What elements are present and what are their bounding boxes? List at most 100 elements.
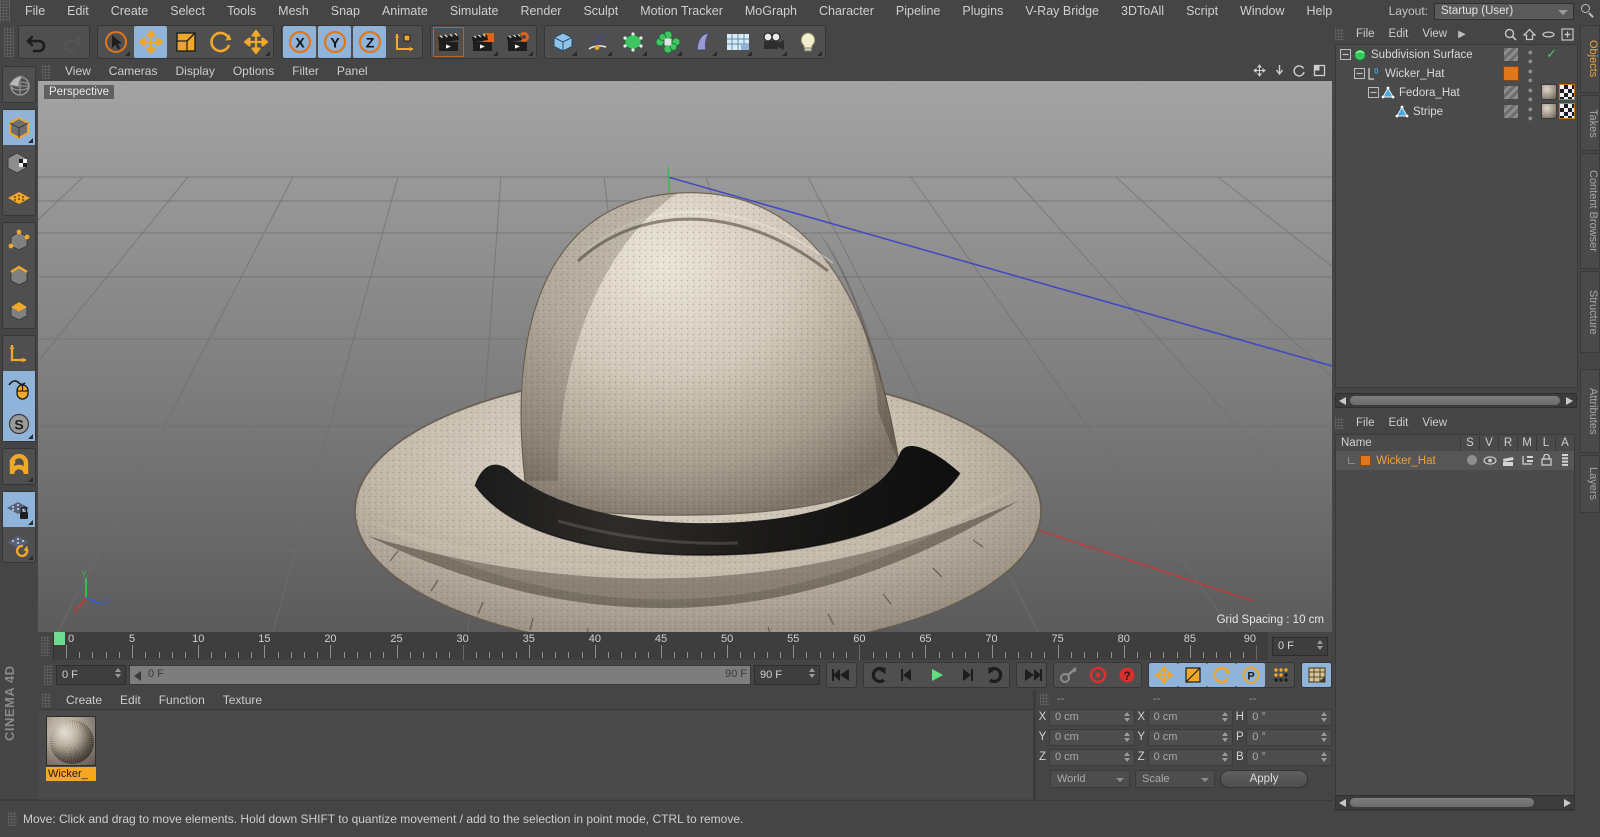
add-camera-button[interactable]	[756, 26, 789, 58]
coord-rotation-b-spinner[interactable]	[1321, 751, 1328, 766]
layer-visible-icon[interactable]	[1483, 455, 1497, 466]
coord-position-z-field[interactable]: 0 cm	[1048, 748, 1135, 766]
move-tool[interactable]	[134, 26, 167, 58]
search-icon[interactable]	[1580, 3, 1596, 19]
object-row-stripe[interactable]: Stripe ● ●	[1336, 102, 1577, 123]
live-selection-tool[interactable]	[99, 26, 132, 58]
timeline-ruler[interactable]: 0 5 10 15 20 25 30 35 40 45 50 55 60 65 70 75 80 85 90	[53, 632, 1268, 660]
coord-position-x-spinner[interactable]	[1123, 711, 1131, 726]
expand-icon[interactable]	[1561, 27, 1574, 41]
overflow-arrow-icon[interactable]: ▶	[1454, 29, 1470, 40]
object-tag-slot[interactable]	[1503, 66, 1519, 81]
texture-tag-icon[interactable]	[1559, 84, 1575, 100]
coord-rotation-b-field[interactable]: 0 °	[1246, 748, 1333, 766]
viewport-menu-filter[interactable]: Filter	[283, 62, 328, 81]
object-tag-slot[interactable]	[1503, 85, 1519, 100]
scroll-left-arrow-icon[interactable]	[1339, 799, 1346, 807]
object-tag-slot[interactable]	[1503, 47, 1519, 62]
menu-item-mesh[interactable]: Mesh	[267, 0, 320, 22]
scroll-right-arrow-icon[interactable]	[1566, 397, 1573, 405]
menu-item-snap[interactable]: Snap	[320, 0, 371, 22]
perspective-viewport[interactable]: Perspective Grid Spacing : 10 cm Y Z X	[38, 81, 1332, 632]
timeline-toggle-button[interactable]	[1302, 663, 1331, 687]
scroll-thumb[interactable]	[1350, 396, 1560, 405]
layer-manager-grip[interactable]	[1335, 417, 1344, 429]
coord-rotation-h-field[interactable]: 0 °	[1246, 708, 1333, 726]
object-manager-grip[interactable]	[1335, 28, 1344, 40]
object-tag-slot[interactable]	[1503, 104, 1519, 119]
texture-tag-icon[interactable]	[1559, 103, 1575, 119]
add-spline-button[interactable]	[581, 26, 614, 58]
workplane-rotate-button[interactable]	[3, 527, 35, 562]
workplane-lock-button[interactable]	[3, 492, 35, 527]
layer-manager-icon[interactable]	[1521, 455, 1534, 466]
material-preview-swatch[interactable]	[46, 716, 96, 766]
coord-position-z-spinner[interactable]	[1123, 751, 1131, 766]
frame-spinner[interactable]	[1317, 639, 1324, 654]
object-manager-hscrollbar[interactable]	[1335, 393, 1577, 408]
viewport-menu-grip[interactable]	[42, 64, 51, 79]
rotate-view-icon[interactable]	[1293, 64, 1306, 77]
polygons-mode-button[interactable]	[3, 293, 35, 328]
rotate-tool[interactable]	[204, 26, 237, 58]
texture-mode-button[interactable]	[3, 145, 35, 180]
autokeying-button[interactable]	[1083, 663, 1112, 687]
add-generator-button[interactable]	[616, 26, 649, 58]
object-axis-button[interactable]	[3, 336, 35, 371]
menu-item-vray-bridge[interactable]: V-Ray Bridge	[1014, 0, 1110, 22]
coord-size-y-field[interactable]: 0 cm	[1147, 728, 1234, 746]
play-button[interactable]	[922, 663, 951, 687]
menu-item-animate[interactable]: Animate	[371, 0, 439, 22]
workplane-mode-button[interactable]	[3, 180, 35, 215]
menu-item-help[interactable]: Help	[1296, 0, 1344, 22]
coordinate-mode-select[interactable]: Scale	[1135, 770, 1215, 788]
coord-size-x-field[interactable]: 0 cm	[1147, 708, 1234, 726]
search-icon[interactable]	[1504, 28, 1517, 41]
layer-lock-icon[interactable]	[1540, 454, 1553, 466]
layer-render-icon[interactable]	[1502, 455, 1516, 466]
go-to-previous-key-button[interactable]	[864, 663, 893, 687]
viewport-solo-button[interactable]	[3, 371, 35, 406]
expand-collapse-icon[interactable]	[1368, 87, 1379, 98]
points-mode-button[interactable]	[3, 223, 35, 258]
enable-snap-button[interactable]	[3, 449, 35, 484]
object-menu-file[interactable]: File	[1349, 25, 1382, 43]
menu-item-script[interactable]: Script	[1175, 0, 1229, 22]
material-tag-icon[interactable]	[1541, 103, 1557, 119]
object-menu-view[interactable]: View	[1415, 25, 1454, 43]
menu-item-window[interactable]: Window	[1229, 0, 1295, 22]
coordinate-grip[interactable]	[1040, 692, 1049, 705]
layer-color-swatch[interactable]	[1360, 455, 1372, 466]
world-object-axis-button[interactable]	[388, 26, 421, 58]
layer-col-m[interactable]: M	[1517, 435, 1536, 451]
material-menu-edit[interactable]: Edit	[111, 690, 150, 710]
menu-item-character[interactable]: Character	[808, 0, 885, 22]
parameter-key-button[interactable]: P	[1236, 663, 1265, 687]
layer-menu-view[interactable]: View	[1415, 414, 1454, 432]
object-material-tags[interactable]	[1541, 103, 1575, 119]
model-mode-button[interactable]	[3, 110, 35, 145]
frame-end-field[interactable]: 90 F	[754, 665, 820, 685]
menu-item-edit[interactable]: Edit	[56, 0, 100, 22]
coord-size-x-spinner[interactable]	[1222, 711, 1229, 726]
object-material-tags[interactable]	[1541, 84, 1575, 100]
menu-item-select[interactable]: Select	[159, 0, 216, 22]
scale-tool[interactable]	[169, 26, 202, 58]
menu-item-mograph[interactable]: MoGraph	[734, 0, 808, 22]
viewport-menu-options[interactable]: Options	[224, 62, 283, 81]
coord-size-z-spinner[interactable]	[1222, 751, 1229, 766]
menu-item-sculpt[interactable]: Sculpt	[572, 0, 629, 22]
frame-end-spinner[interactable]	[809, 668, 816, 682]
layer-solo-icon[interactable]	[1467, 455, 1477, 465]
add-cube-button[interactable]	[546, 26, 579, 58]
coordinate-apply-button[interactable]: Apply	[1220, 770, 1308, 788]
coord-size-y-spinner[interactable]	[1222, 731, 1229, 746]
material-item[interactable]: Wicker_	[46, 716, 96, 781]
timeline-grip[interactable]	[41, 636, 50, 656]
visibility-icon[interactable]	[1542, 28, 1555, 41]
position-key-button[interactable]	[1149, 663, 1178, 687]
object-menu-edit[interactable]: Edit	[1382, 25, 1416, 43]
layer-col-a[interactable]: A	[1555, 435, 1574, 451]
preview-range-left-handle[interactable]	[134, 671, 141, 681]
add-environment-button[interactable]	[721, 26, 754, 58]
